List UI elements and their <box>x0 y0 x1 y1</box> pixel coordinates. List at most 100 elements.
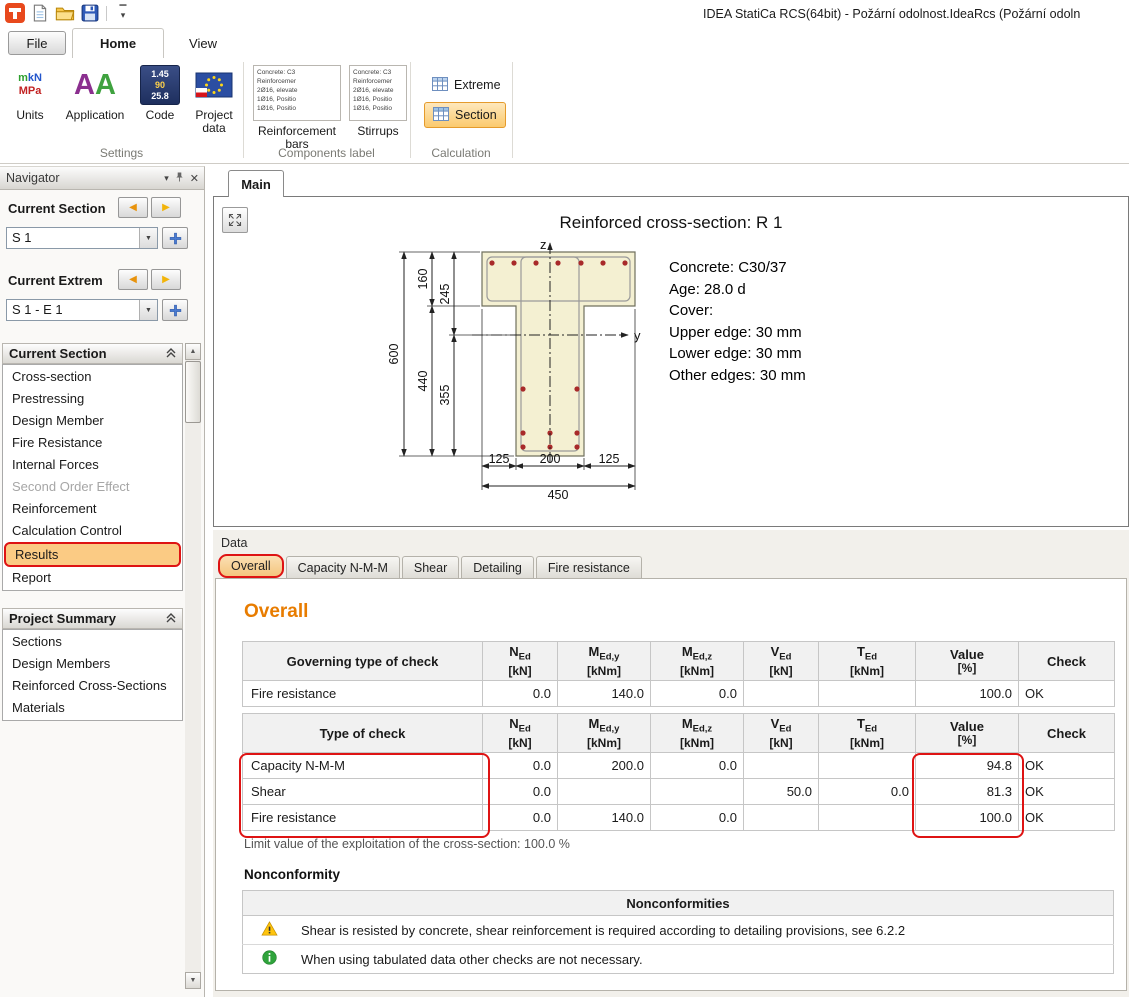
tab-main[interactable]: Main <box>228 170 284 197</box>
save-icon[interactable] <box>79 2 101 24</box>
result-row-fire-resistance: Fire resistance0.0140.00.0100.0OK <box>243 681 1115 707</box>
current-extreme-label: Current Extrem <box>8 273 103 288</box>
current-section-group-header[interactable]: Current Section <box>2 343 183 364</box>
force-value-cell: 0.0 <box>651 681 744 707</box>
check-status-cell: OK <box>1019 779 1115 805</box>
section-info: Concrete: C30/37Age: 28.0 dCover:Upper e… <box>669 257 806 386</box>
scrollbar-thumb[interactable] <box>185 361 201 423</box>
nonconformities-body: Shear is resisted by concrete, shear rei… <box>243 916 1114 974</box>
units-icon: mkNMPa <box>10 64 50 106</box>
data-tab-overall[interactable]: Overall <box>218 554 284 578</box>
column-header-check: Check <box>1019 714 1115 753</box>
nonconformity-row: When using tabulated data other checks a… <box>243 945 1114 974</box>
column-header-m-ed-y: MEd,y[kNm] <box>558 642 651 681</box>
extreme-table-icon <box>432 77 448 94</box>
section-info-line: Cover: <box>669 300 806 322</box>
section-button[interactable]: Section <box>424 102 506 128</box>
column-header-t-ed: TEd[kNm] <box>819 714 916 753</box>
navigator-section-list: Cross-sectionPrestressingDesign MemberFi… <box>2 364 183 591</box>
nav-item-second-order-effect: Second Order Effect <box>3 476 182 498</box>
force-value-cell <box>819 753 916 779</box>
navigator-title: Navigator <box>6 171 60 185</box>
type-of-check-table: Type of checkNEd[kN]MEd,y[kNm]MEd,z[kNm]… <box>242 713 1115 831</box>
scroll-up-icon[interactable]: ▲ <box>185 343 201 360</box>
chevron-down-icon[interactable]: ▼ <box>139 300 157 320</box>
reinforcement-bars-button[interactable]: Concrete: C3Reinforcemer2Ø16, elevate1Ø1… <box>250 64 344 151</box>
data-tab-capacity-n-m-m[interactable]: Capacity N-M-M <box>286 556 400 578</box>
nav-item-design-member[interactable]: Design Member <box>3 410 182 432</box>
navigator-scrollbar[interactable]: ▲ ▼ <box>185 343 201 989</box>
column-header-governing-type-of-check: Governing type of check <box>243 642 483 681</box>
check-status-cell: OK <box>1019 805 1115 831</box>
nav-item-reinforcement[interactable]: Reinforcement <box>3 498 182 520</box>
collapse-chevron-icon[interactable] <box>166 611 176 626</box>
project-data-button[interactable]: Project data <box>186 64 242 135</box>
navigator-menu-icon[interactable]: ▾ <box>164 173 169 184</box>
project-summary-group-header[interactable]: Project Summary <box>2 608 183 629</box>
current-section-arrows: ◀ ▶ <box>118 197 181 218</box>
column-header-m-ed-z: MEd,z[kNm] <box>651 714 744 753</box>
project-data-label: Project data <box>186 109 242 135</box>
data-tab-fire-resistance[interactable]: Fire resistance <box>536 556 642 578</box>
previous-section-button[interactable]: ◀ <box>118 197 148 218</box>
tab-home[interactable]: Home <box>72 28 164 58</box>
current-extreme-combo[interactable]: S 1 - E 1 ▼ <box>6 299 158 321</box>
data-tab-shear[interactable]: Shear <box>402 556 459 578</box>
nav-item-fire-resistance[interactable]: Fire Resistance <box>3 432 182 454</box>
current-section-value: S 1 <box>7 228 139 248</box>
force-value-cell: 0.0 <box>483 753 558 779</box>
dim-above-axis: 245 <box>438 284 452 305</box>
result-row-capacity-n-m-m: Capacity N-M-M0.0200.00.094.8OK <box>243 753 1115 779</box>
group-separator <box>243 62 244 158</box>
qat-customize-dropdown-icon[interactable]: ▔▾ <box>112 2 134 24</box>
nonconformity-row: Shear is resisted by concrete, shear rei… <box>243 916 1114 945</box>
governing-table-wrap: Governing type of checkNEd[kN]MEd,y[kNm]… <box>242 641 1114 707</box>
nav-item-materials[interactable]: Materials <box>3 697 182 719</box>
extreme-label: Extreme <box>454 78 501 92</box>
extreme-button[interactable]: Extreme <box>424 72 509 98</box>
toolbar-separator <box>106 6 107 21</box>
nav-item-reinforced-cross-sections[interactable]: Reinforced Cross-Sections <box>3 675 182 697</box>
force-value-cell <box>819 805 916 831</box>
tab-file[interactable]: File <box>8 31 66 55</box>
code-label: Code <box>146 109 175 122</box>
check-name-cell: Shear <box>243 779 483 805</box>
data-panel-label: Data <box>221 536 247 550</box>
next-extreme-button[interactable]: ▶ <box>151 269 181 290</box>
nav-item-design-members[interactable]: Design Members <box>3 653 182 675</box>
previous-extreme-button[interactable]: ◀ <box>118 269 148 290</box>
pin-icon[interactable] <box>175 171 184 186</box>
left-arrow-icon: ◀ <box>129 274 137 285</box>
stirrups-button[interactable]: Concrete: C3Reinforcemer2Ø16, elevate1Ø1… <box>347 64 409 138</box>
result-row-shear: Shear0.050.00.081.3OK <box>243 779 1115 805</box>
nav-item-calculation-control[interactable]: Calculation Control <box>3 520 182 542</box>
add-extreme-button[interactable] <box>162 299 188 321</box>
check-name-cell: Fire resistance <box>243 805 483 831</box>
dim-total-width: 450 <box>548 488 569 502</box>
code-button[interactable]: 1.459025.8 Code <box>136 64 184 122</box>
open-folder-icon[interactable] <box>54 2 76 24</box>
chevron-down-icon[interactable]: ▼ <box>139 228 157 248</box>
nav-item-report[interactable]: Report <box>3 567 182 589</box>
section-label: Section <box>455 108 497 122</box>
collapse-chevron-icon[interactable] <box>166 346 176 361</box>
current-extreme-arrows: ◀ ▶ <box>118 269 181 290</box>
exploitation-value-cell: 94.8 <box>916 753 1019 779</box>
nav-item-results[interactable]: Results <box>4 542 181 567</box>
application-button[interactable]: AA Application <box>58 64 132 122</box>
current-section-combo[interactable]: S 1 ▼ <box>6 227 158 249</box>
add-section-button[interactable] <box>162 227 188 249</box>
close-icon[interactable]: ✕ <box>190 172 199 185</box>
nav-item-cross-section[interactable]: Cross-section <box>3 366 182 388</box>
new-document-icon[interactable] <box>29 2 51 24</box>
nav-item-prestressing[interactable]: Prestressing <box>3 388 182 410</box>
scroll-down-icon[interactable]: ▼ <box>185 972 201 989</box>
units-button[interactable]: mkNMPa Units <box>6 64 54 122</box>
tab-view[interactable]: View <box>170 28 236 58</box>
force-value-cell: 0.0 <box>483 779 558 805</box>
next-section-button[interactable]: ▶ <box>151 197 181 218</box>
data-tab-detailing[interactable]: Detailing <box>461 556 534 578</box>
nav-item-internal-forces[interactable]: Internal Forces <box>3 454 182 476</box>
dim-total-height: 600 <box>387 344 401 365</box>
nav-item-sections[interactable]: Sections <box>3 631 182 653</box>
